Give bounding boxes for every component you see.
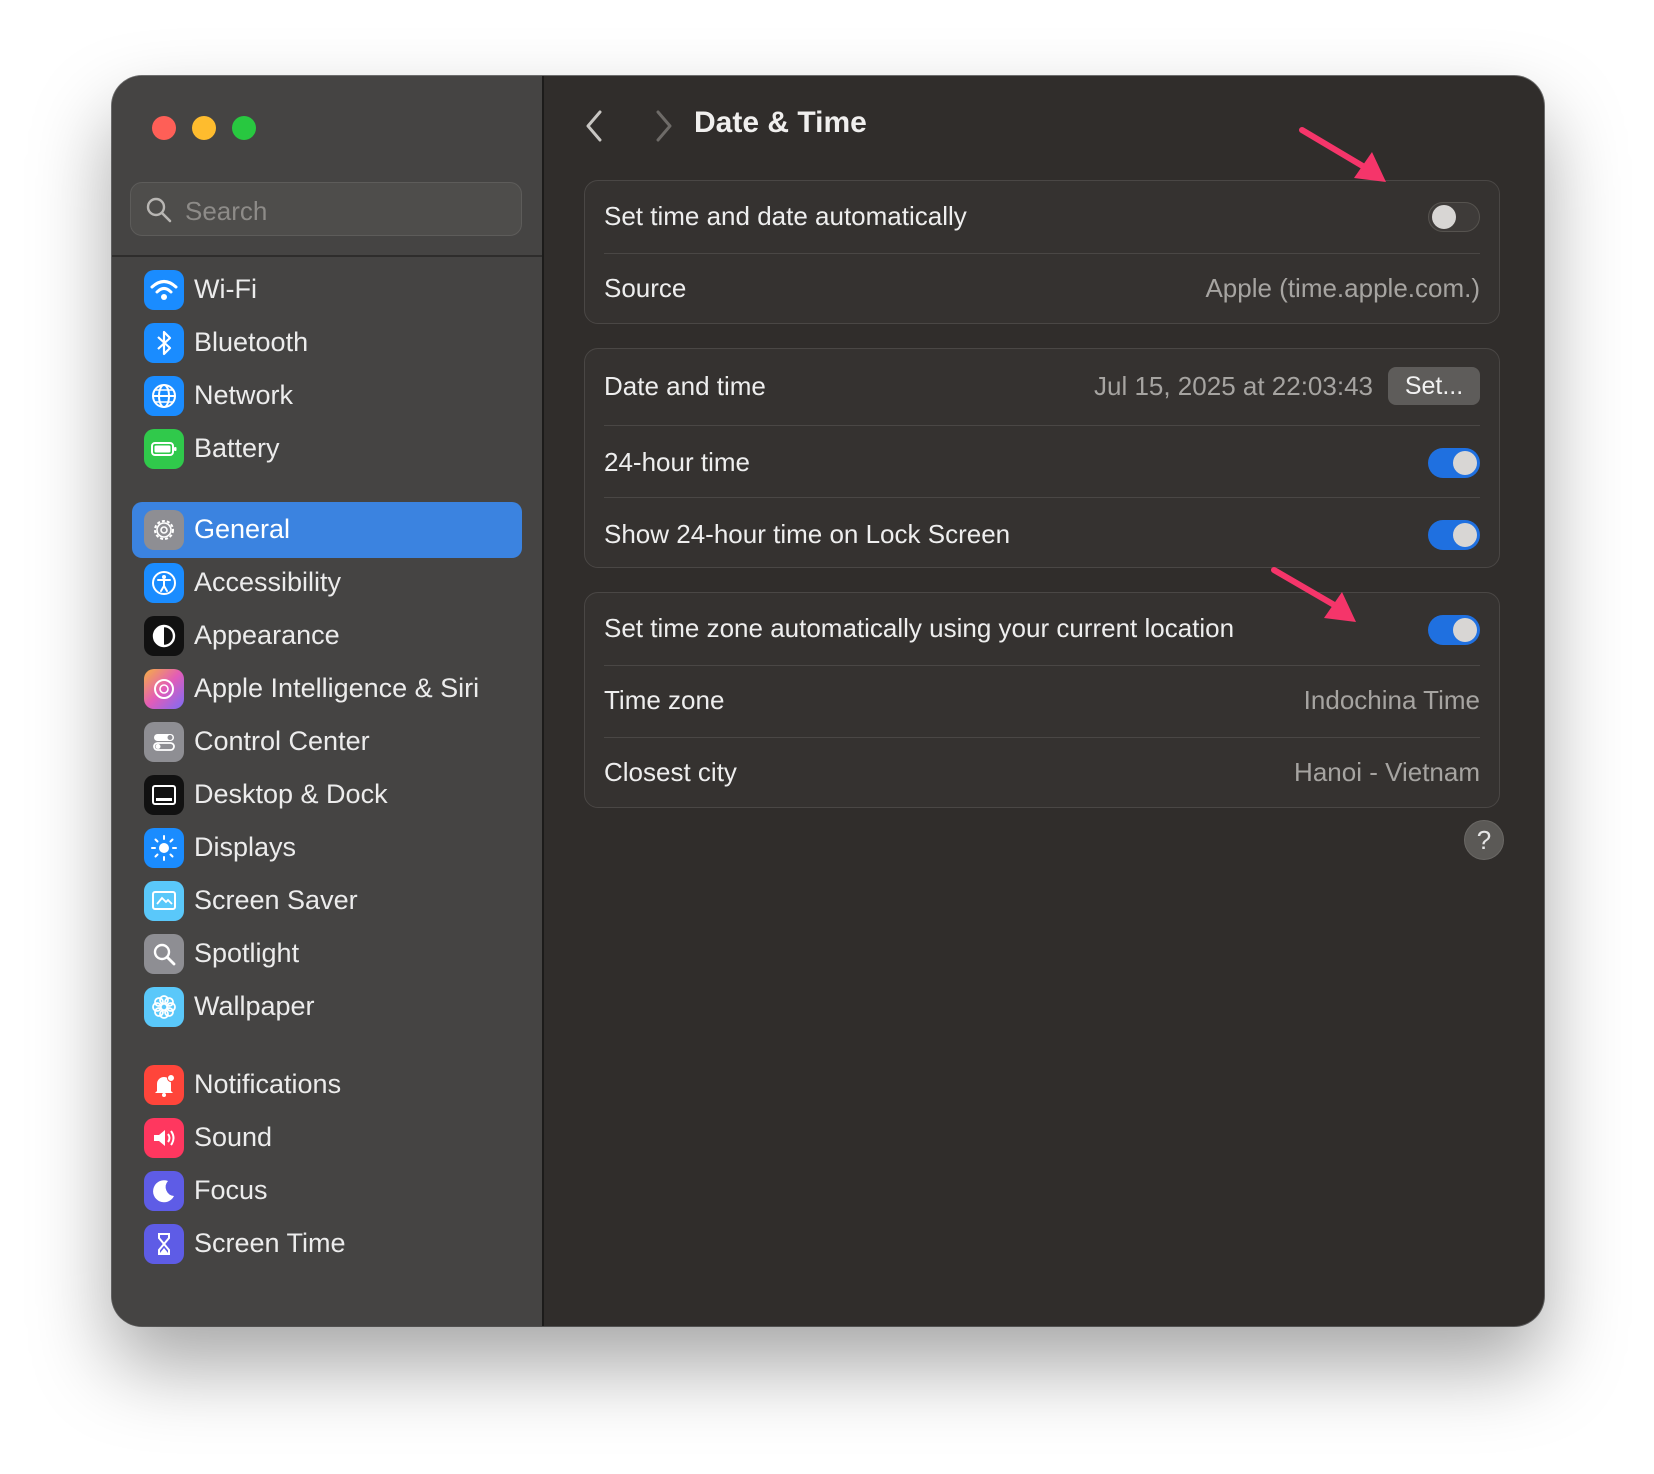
sidebar-item-screen-time[interactable]: Screen Time xyxy=(132,1216,522,1272)
time-zone-label: Time zone xyxy=(604,685,725,715)
sidebar-divider xyxy=(112,255,542,257)
sidebar-item-label: Focus xyxy=(194,1175,268,1205)
sidebar-item-notifications[interactable]: Notifications xyxy=(132,1057,522,1113)
closest-city-label: Closest city xyxy=(604,757,737,787)
time-zone-row: Time zone Indochina Time xyxy=(585,665,1499,737)
sidebar-item-label: Screen Saver xyxy=(194,885,358,915)
appearance-icon xyxy=(144,616,184,656)
date-time-value: Jul 15, 2025 at 22:03:43 xyxy=(1093,371,1373,401)
sidebar-item-label: Appearance xyxy=(194,620,340,650)
sidebar-item-label: Displays xyxy=(194,832,297,862)
lock-screen-row: Show 24-hour time on Lock Screen xyxy=(585,497,1499,569)
sidebar-item-label: Apple Intelligence & Siri xyxy=(194,673,480,703)
annotation-arrow-icon xyxy=(1271,567,1356,622)
help-button[interactable]: ? xyxy=(1464,820,1504,860)
sidebar-item-battery[interactable]: Battery xyxy=(132,421,522,477)
sidebar-item-label: Screen Time xyxy=(194,1228,346,1258)
source-value: Apple (time.apple.com.) xyxy=(1205,273,1480,303)
sidebar-item-label: Control Center xyxy=(194,726,370,756)
auto-tz-toggle[interactable] xyxy=(1428,615,1480,645)
close-window-button[interactable] xyxy=(152,116,176,140)
set-auto-toggle[interactable] xyxy=(1428,202,1480,232)
sidebar-item-label: General xyxy=(194,514,291,544)
set-date-button[interactable]: Set... xyxy=(1388,367,1480,405)
magnifier-icon xyxy=(144,934,184,974)
sidebar-item-screen-saver[interactable]: Screen Saver xyxy=(132,873,522,929)
toggles-icon xyxy=(144,722,184,762)
lock-screen-toggle[interactable] xyxy=(1428,520,1480,550)
h24-row: 24-hour time xyxy=(585,425,1499,497)
date-time-label: Date and time xyxy=(604,371,766,401)
source-row: Source Apple (time.apple.com.) xyxy=(585,253,1499,325)
auto-tz-label: Set time zone automatically using your c… xyxy=(604,613,1235,643)
siri-icon xyxy=(144,669,184,709)
globe-icon xyxy=(144,376,184,416)
search-placeholder: Search xyxy=(185,196,268,226)
sun-icon xyxy=(144,828,184,868)
settings-window: Search Wi-Fi Bluetooth Network Battery G… xyxy=(112,76,1544,1326)
closest-city-row: Closest city Hanoi - Vietnam xyxy=(585,737,1499,809)
moon-icon xyxy=(144,1171,184,1211)
sidebar: Search Wi-Fi Bluetooth Network Battery G… xyxy=(112,76,544,1326)
sidebar-item-siri[interactable]: Apple Intelligence & Siri xyxy=(132,661,522,717)
flower-icon xyxy=(144,987,184,1027)
source-label: Source xyxy=(604,273,687,303)
forward-chevron-icon[interactable] xyxy=(644,106,684,146)
gear-icon xyxy=(144,510,184,550)
sidebar-item-label: Notifications xyxy=(194,1069,342,1099)
search-icon xyxy=(146,197,172,223)
sidebar-item-label: Desktop & Dock xyxy=(194,779,388,809)
date-time-group: Date and time Jul 15, 2025 at 22:03:43 S… xyxy=(584,348,1500,568)
accessibility-icon xyxy=(144,563,184,603)
sidebar-item-focus[interactable]: Focus xyxy=(132,1163,522,1219)
page-title: Date & Time xyxy=(694,106,867,139)
lock-screen-label: Show 24-hour time on Lock Screen xyxy=(604,519,1011,549)
sidebar-item-control-center[interactable]: Control Center xyxy=(132,714,522,770)
closest-city-value: Hanoi - Vietnam xyxy=(1294,757,1480,787)
wifi-icon xyxy=(144,270,184,310)
sidebar-item-displays[interactable]: Displays xyxy=(132,820,522,876)
h24-label: 24-hour time xyxy=(604,447,750,477)
date-time-row: Date and time Jul 15, 2025 at 22:03:43 S… xyxy=(585,349,1499,425)
zoom-window-button[interactable] xyxy=(232,116,256,140)
annotation-arrow-icon xyxy=(1299,127,1386,182)
h24-toggle[interactable] xyxy=(1428,448,1480,478)
sidebar-item-desktop-dock[interactable]: Desktop & Dock xyxy=(132,767,522,823)
toggle-knob xyxy=(1453,523,1477,547)
content-pane: Date & Time Set time and date automatica… xyxy=(544,76,1544,1326)
sidebar-item-label: Network xyxy=(194,380,294,410)
dock-icon xyxy=(144,775,184,815)
set-auto-label: Set time and date automatically xyxy=(604,201,967,231)
toggle-knob xyxy=(1453,451,1477,475)
sidebar-item-label: Sound xyxy=(194,1122,273,1152)
sidebar-item-spotlight[interactable]: Spotlight xyxy=(132,926,522,982)
search-field[interactable]: Search xyxy=(130,182,522,236)
sidebar-item-appearance[interactable]: Appearance xyxy=(132,608,522,664)
sidebar-item-wifi[interactable]: Wi-Fi xyxy=(132,262,522,318)
speaker-icon xyxy=(144,1118,184,1158)
toggle-knob xyxy=(1453,618,1477,642)
toggle-knob xyxy=(1432,205,1456,229)
sidebar-item-network[interactable]: Network xyxy=(132,368,522,424)
sidebar-item-wallpaper[interactable]: Wallpaper xyxy=(132,979,522,1035)
sidebar-item-label: Spotlight xyxy=(194,938,300,968)
sidebar-item-label: Wi-Fi xyxy=(194,274,257,304)
sidebar-item-label: Wallpaper xyxy=(194,991,315,1021)
bell-icon xyxy=(144,1065,184,1105)
bluetooth-icon xyxy=(144,323,184,363)
sidebar-item-label: Battery xyxy=(194,433,280,463)
minimize-window-button[interactable] xyxy=(192,116,216,140)
sidebar-item-sound[interactable]: Sound xyxy=(132,1110,522,1166)
sidebar-item-label: Accessibility xyxy=(194,567,342,597)
sidebar-item-label: Bluetooth xyxy=(194,327,309,357)
screen-saver-icon xyxy=(144,881,184,921)
back-chevron-icon[interactable] xyxy=(574,106,614,146)
time-zone-value: Indochina Time xyxy=(1303,685,1480,715)
auto-time-group: Set time and date automatically Source A… xyxy=(584,180,1500,324)
sidebar-item-general[interactable]: General xyxy=(132,502,522,558)
hourglass-icon xyxy=(144,1224,184,1264)
sidebar-item-accessibility[interactable]: Accessibility xyxy=(132,555,522,611)
sidebar-item-bluetooth[interactable]: Bluetooth xyxy=(132,315,522,371)
battery-icon xyxy=(144,429,184,469)
